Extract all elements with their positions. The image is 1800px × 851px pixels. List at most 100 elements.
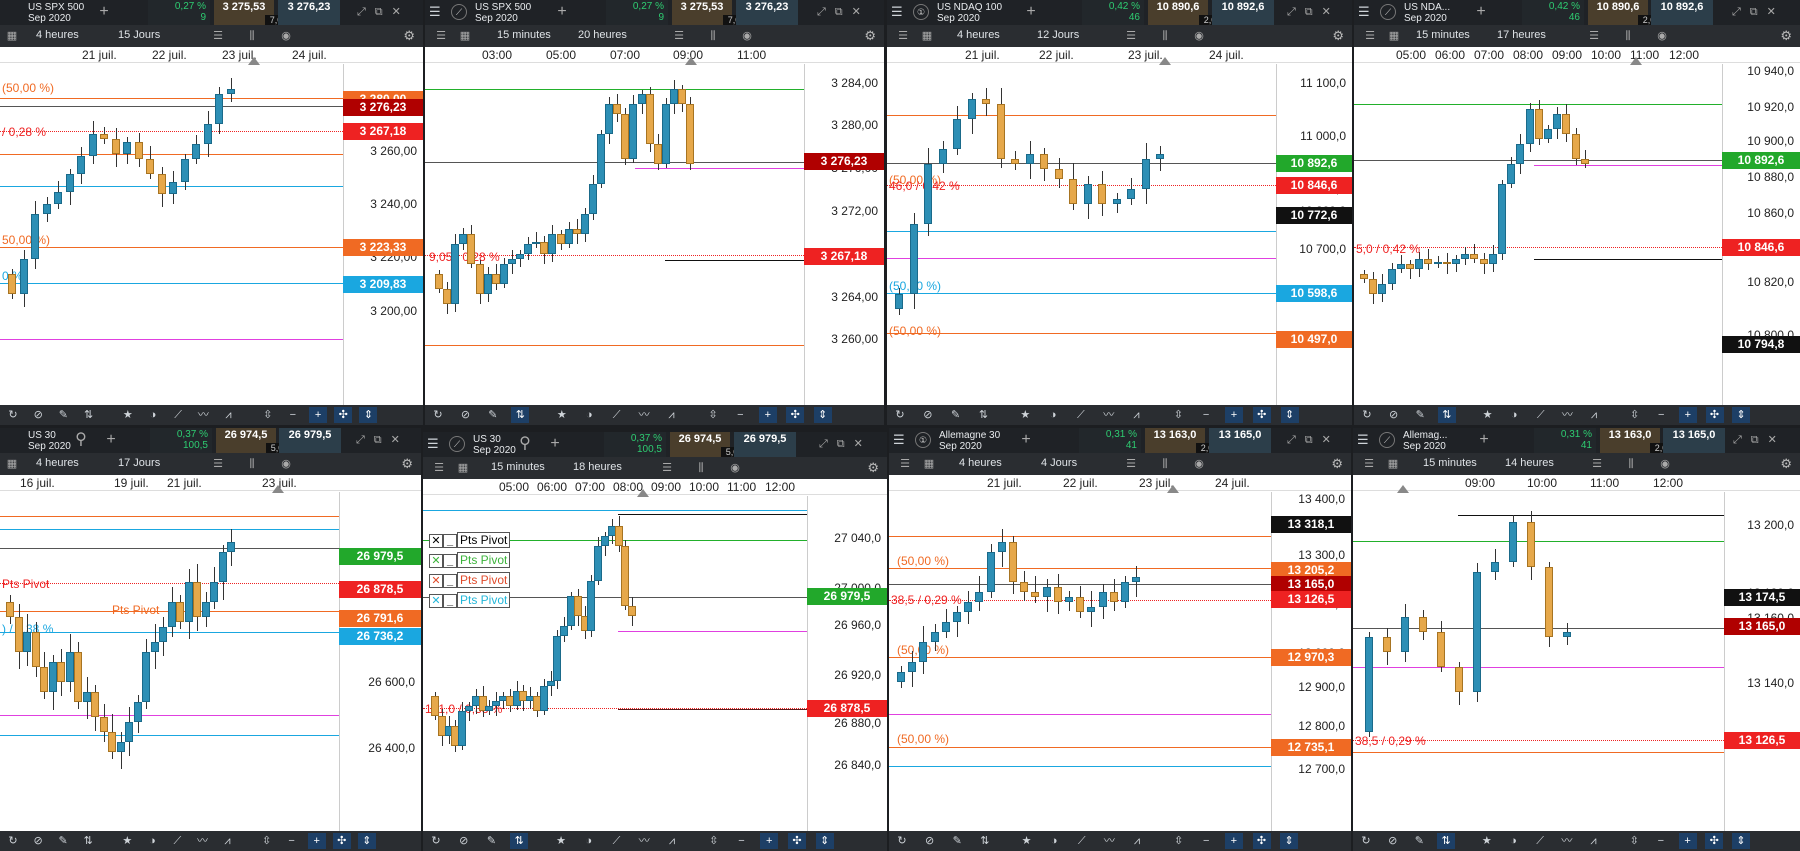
buy-button[interactable]: 3 276,23 xyxy=(736,0,798,25)
interval-select[interactable]: 4 heures xyxy=(36,29,79,41)
range-select[interactable]: 12 Jours xyxy=(1037,29,1079,41)
zigzag-icon[interactable]: ⩘ xyxy=(663,407,681,423)
move-icon[interactable]: ✣ xyxy=(786,407,805,423)
gear-icon[interactable]: ⚙ xyxy=(1332,28,1344,44)
buy-button[interactable]: 10 892,6 xyxy=(1212,0,1274,25)
eye-icon[interactable]: ◉ xyxy=(727,460,743,476)
fit-icon[interactable]: ⇳ xyxy=(258,833,276,849)
menu-icon[interactable]: ☰ xyxy=(893,433,909,447)
erase-icon[interactable]: ⊘ xyxy=(455,833,473,849)
zoom-out-icon[interactable]: − xyxy=(1652,407,1670,423)
vertical-move-icon[interactable]: ⇕ xyxy=(815,833,834,849)
interval-select[interactable]: 15 minutes xyxy=(1423,457,1477,469)
pencil-icon[interactable]: ✎ xyxy=(54,833,72,849)
search-icon[interactable]: ⚲ xyxy=(72,431,90,449)
instrument-name[interactable]: US NDAQ 100 Sep 2020 xyxy=(937,2,1002,24)
refresh-icon[interactable]: ↻ xyxy=(429,407,447,423)
refresh-icon[interactable]: ↻ xyxy=(427,833,445,849)
chart-type-icon[interactable]: ⟋ xyxy=(1379,432,1395,448)
zigzag-icon[interactable]: ⩘ xyxy=(663,833,681,849)
zigzag-icon[interactable]: ⩘ xyxy=(1128,833,1146,849)
line-icon[interactable]: ⟋ xyxy=(169,407,187,423)
instrument-name[interactable]: US 30 Sep 2020 xyxy=(473,434,516,456)
pencil-icon[interactable]: ✎ xyxy=(54,407,72,423)
layout-icon[interactable]: ☰ xyxy=(897,456,913,472)
move-icon[interactable]: ✣ xyxy=(334,407,353,423)
cursor-icon[interactable]: ⇅ xyxy=(974,407,992,423)
eye-icon[interactable]: ◉ xyxy=(739,28,755,44)
zoom-out-icon[interactable]: − xyxy=(284,407,302,423)
star-icon[interactable]: ★ xyxy=(118,833,136,849)
minimize-icon[interactable]: _ xyxy=(443,554,457,568)
zoom-out-icon[interactable]: − xyxy=(733,833,751,849)
interval-select[interactable]: 4 heures xyxy=(957,29,1000,41)
plot-area[interactable]: 13 400,013 300,013 200,013 100,013 000,0… xyxy=(889,485,1351,831)
grid-icon[interactable]: ▦ xyxy=(455,460,471,476)
eye-icon[interactable]: ◉ xyxy=(278,28,294,44)
contrast-icon[interactable]: ◑ xyxy=(1505,407,1523,423)
window-controls[interactable]: ⤢⧉✕ xyxy=(1733,433,1786,447)
layout-icon[interactable]: ☰ xyxy=(1362,28,1378,44)
fit-icon[interactable]: ⇳ xyxy=(259,407,277,423)
window-controls[interactable]: ⤢⧉✕ xyxy=(1287,433,1340,447)
refresh-icon[interactable]: ↻ xyxy=(4,407,22,423)
erase-icon[interactable]: ⊘ xyxy=(29,407,47,423)
window-controls[interactable]: ⤢⧉✕ xyxy=(1732,5,1785,19)
add-icon[interactable]: + xyxy=(546,435,564,453)
settings-icon[interactable]: ☰ xyxy=(1123,28,1139,44)
star-icon[interactable]: ★ xyxy=(1016,407,1034,423)
search-icon[interactable]: ⚲ xyxy=(516,435,534,453)
wave-icon[interactable]: 〰 xyxy=(1100,833,1118,849)
add-icon[interactable]: + xyxy=(1472,3,1490,21)
gear-icon[interactable]: ⚙ xyxy=(1780,28,1792,44)
wave-icon[interactable]: 〰 xyxy=(635,833,653,849)
cursor-icon[interactable]: ⇅ xyxy=(1437,833,1456,849)
buy-button[interactable]: 10 892,6 xyxy=(1651,0,1713,25)
menu-icon[interactable]: ☰ xyxy=(891,5,907,19)
wave-icon[interactable]: 〰 xyxy=(635,407,653,423)
chart-type-icon[interactable]: ① xyxy=(915,432,931,448)
range-select[interactable]: 17 Jours xyxy=(118,457,160,469)
interval-select[interactable]: 4 heures xyxy=(959,457,1002,469)
candles-icon[interactable]: ⫼ xyxy=(693,460,709,476)
settings-icon[interactable]: ☰ xyxy=(1123,456,1139,472)
range-select[interactable]: 4 Jours xyxy=(1041,457,1077,469)
vertical-move-icon[interactable]: ⇕ xyxy=(1280,407,1299,423)
add-icon[interactable]: + xyxy=(1017,431,1035,449)
menu-icon[interactable]: ☰ xyxy=(1357,433,1373,447)
gear-icon[interactable]: ⚙ xyxy=(403,28,415,44)
candles-icon[interactable]: ⫼ xyxy=(244,456,260,472)
eye-icon[interactable]: ◉ xyxy=(278,456,294,472)
minimize-icon[interactable]: _ xyxy=(443,534,457,548)
window-controls[interactable]: ⤢⧉✕ xyxy=(356,433,409,447)
plot-area[interactable]: 3 284,003 280,003 276,003 272,003 268,00… xyxy=(425,57,884,405)
settings-icon[interactable]: ☰ xyxy=(210,28,226,44)
zigzag-icon[interactable]: ⩘ xyxy=(1128,407,1146,423)
vertical-move-icon[interactable]: ⇕ xyxy=(1732,407,1751,423)
instrument-name[interactable]: US 30 Sep 2020 xyxy=(28,430,71,452)
add-icon[interactable]: + xyxy=(95,3,113,21)
plot-area[interactable]: 13 200,013 180,013 160,013 140,013 120,0… xyxy=(1353,485,1800,831)
fit-icon[interactable]: ⇳ xyxy=(704,407,722,423)
chart-type-icon[interactable]: ⟋ xyxy=(449,436,465,452)
instrument-name[interactable]: Allemag... Sep 2020 xyxy=(1403,430,1447,452)
eye-icon[interactable]: ◉ xyxy=(1657,456,1673,472)
zoom-in-icon[interactable]: + xyxy=(1678,407,1697,423)
line-icon[interactable]: ⟋ xyxy=(168,833,186,849)
menu-icon[interactable]: ☰ xyxy=(429,5,445,19)
move-icon[interactable]: ✣ xyxy=(788,833,806,849)
buy-button[interactable]: 13 165,0 xyxy=(1209,428,1271,453)
instrument-name[interactable]: US NDA... Sep 2020 xyxy=(1404,2,1450,24)
wave-icon[interactable]: 〰 xyxy=(194,407,212,423)
plot-area[interactable]: 10 940,0 10 920,0 10 900,0 10 880,0 10 860,0… xyxy=(1354,57,1800,405)
contrast-icon[interactable]: ◑ xyxy=(144,407,162,423)
zoom-out-icon[interactable]: − xyxy=(1652,833,1670,849)
vertical-move-icon[interactable]: ⇕ xyxy=(1731,833,1750,849)
minimize-icon[interactable]: _ xyxy=(443,594,457,608)
contrast-icon[interactable]: ◑ xyxy=(1045,833,1063,849)
grid-icon[interactable]: ▦ xyxy=(1386,28,1402,44)
grid-icon[interactable]: ▦ xyxy=(919,28,935,44)
gear-icon[interactable]: ⚙ xyxy=(867,460,879,476)
buy-button[interactable]: 3 276,23 xyxy=(278,0,340,25)
zoom-out-icon[interactable]: − xyxy=(1197,407,1215,423)
